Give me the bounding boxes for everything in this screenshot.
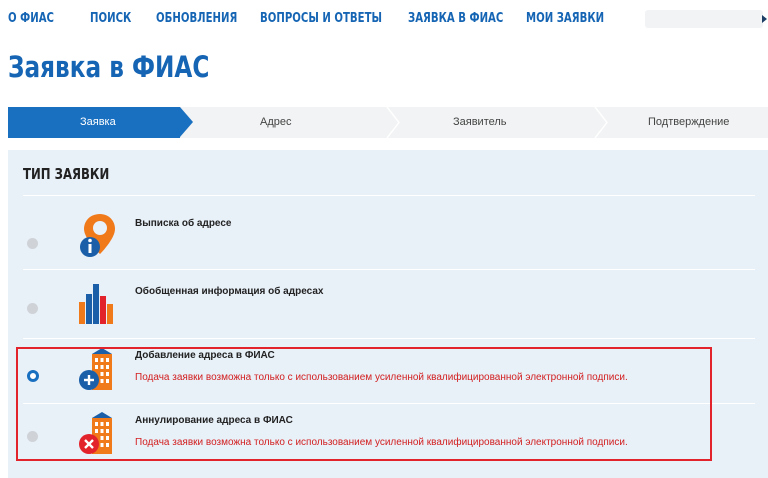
highlight-box bbox=[16, 347, 712, 461]
user-menu-arrow-icon[interactable] bbox=[762, 15, 767, 23]
step-separator-icon bbox=[386, 107, 400, 138]
radio-summary-info[interactable] bbox=[27, 303, 38, 314]
divider bbox=[23, 195, 755, 196]
top-navigation: О ФИАС ПОИСК ОБНОВЛЕНИЯ ВОПРОСЫ И ОТВЕТЫ… bbox=[0, 0, 768, 40]
step-separator-icon bbox=[594, 107, 608, 138]
bar-chart-icon bbox=[79, 284, 113, 324]
step-confirmation[interactable]: Подтверждение bbox=[648, 116, 729, 128]
section-title: ТИП ЗАЯВКИ bbox=[23, 165, 110, 183]
step-applicant[interactable]: Заявитель bbox=[453, 116, 507, 128]
user-account-chip[interactable] bbox=[645, 10, 763, 28]
nav-item-request[interactable]: ЗАЯВКА В ФИАС bbox=[408, 11, 503, 26]
page-title: Заявка в ФИАС bbox=[8, 50, 210, 84]
nav-item-my-requests[interactable]: МОИ ЗАЯВКИ bbox=[526, 11, 604, 26]
divider bbox=[23, 269, 755, 270]
nav-item-updates[interactable]: ОБНОВЛЕНИЯ bbox=[156, 11, 237, 26]
request-type-panel: ТИП ЗАЯВКИ Выписка об адресе Обобщенная … bbox=[8, 150, 768, 478]
step-active-arrow bbox=[180, 107, 193, 137]
location-pin-info-icon bbox=[80, 214, 115, 257]
radio-address-extract[interactable] bbox=[27, 238, 38, 249]
step-request[interactable]: Заявка bbox=[80, 116, 116, 128]
nav-item-search[interactable]: ПОИСК bbox=[90, 11, 131, 26]
wizard-steps: Заявка Адрес Заявитель Подтверждение bbox=[8, 107, 768, 138]
nav-item-about[interactable]: О ФИАС bbox=[8, 11, 54, 26]
step-address[interactable]: Адрес bbox=[260, 116, 292, 128]
option-label[interactable]: Выписка об адресе bbox=[135, 218, 232, 229]
divider bbox=[23, 338, 755, 339]
option-label[interactable]: Обобщенная информация об адресах bbox=[135, 286, 323, 297]
nav-item-faq[interactable]: ВОПРОСЫ И ОТВЕТЫ bbox=[260, 11, 382, 26]
